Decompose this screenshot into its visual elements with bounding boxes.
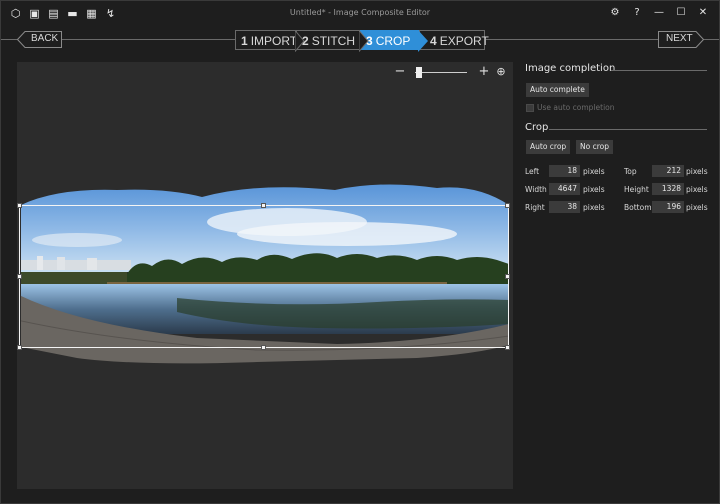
next-button[interactable]: NEXT [658, 31, 704, 48]
width-unit: pixels [583, 185, 605, 194]
zoom-slider-track[interactable] [415, 72, 467, 73]
tab-stitch[interactable]: 2 STITCH [296, 30, 369, 52]
image-completion-section: Image completion [525, 63, 707, 77]
step-chevron-icon [418, 30, 428, 52]
top-label: Top [624, 167, 637, 176]
width-label: Width [525, 185, 547, 194]
tab-export-number: 4 [430, 34, 437, 48]
width-field[interactable]: 4647 [549, 183, 580, 195]
tab-import[interactable]: 1 IMPORT [235, 30, 305, 52]
tab-stitch-label: STITCH [311, 34, 356, 48]
auto-complete-button[interactable]: Auto complete [526, 83, 589, 97]
tab-crop-label: CROP [375, 34, 411, 48]
tab-import-number: 1 [241, 34, 248, 48]
tab-export[interactable]: 4 EXPORT [419, 30, 489, 50]
title-bar: ⬡ ▣ ▤ ▬ ▦ ↯ Untitled* - Image Composite … [1, 1, 719, 27]
divider [486, 39, 658, 40]
auto-crop-button[interactable]: Auto crop [526, 140, 571, 154]
left-field[interactable]: 18 [549, 165, 580, 177]
step-navigation: BACK 1 IMPORT 2 STITCH 3 CROP 4 EXPORT N… [1, 29, 719, 52]
minimize-icon[interactable]: — [653, 6, 665, 20]
no-crop-button[interactable]: No crop [576, 140, 613, 154]
zoom-controls: − + ⊕ [393, 65, 511, 81]
crop-handle-top-right[interactable] [505, 203, 510, 208]
settings-panel: Image completion Auto complete Use auto … [525, 63, 708, 213]
preview-canvas[interactable] [17, 62, 513, 489]
back-button-label: BACK [31, 33, 59, 44]
bottom-label: Bottom [624, 203, 652, 212]
right-unit: pixels [583, 203, 605, 212]
app-window: ⬡ ▣ ▤ ▬ ▦ ↯ Untitled* - Image Composite … [0, 0, 720, 504]
crop-title: Crop [525, 122, 549, 133]
step-chevron-icon [295, 30, 305, 52]
tab-export-label: EXPORT [439, 34, 489, 48]
close-icon[interactable]: ✕ [697, 6, 709, 20]
top-unit: pixels [686, 167, 708, 176]
divider [611, 70, 707, 71]
bottom-unit: pixels [686, 203, 708, 212]
crop-handle-left[interactable] [17, 274, 22, 279]
window-controls: ⚙ ? — ☐ ✕ [609, 6, 709, 20]
top-field[interactable]: 212 [652, 165, 684, 177]
left-unit: pixels [583, 167, 605, 176]
zoom-in-icon[interactable]: + [477, 65, 491, 79]
fit-to-window-icon[interactable]: ⊕ [494, 65, 508, 79]
crop-handle-bottom-right[interactable] [505, 345, 510, 350]
divider [549, 129, 707, 130]
panorama-preview [19, 184, 509, 364]
crop-handle-right[interactable] [505, 274, 510, 279]
right-field[interactable]: 38 [549, 201, 580, 213]
left-label: Left [525, 167, 540, 176]
divider [62, 39, 235, 40]
crop-handle-top-left[interactable] [17, 203, 22, 208]
step-chevron-icon [359, 30, 369, 52]
help-icon[interactable]: ? [631, 6, 643, 20]
crop-handle-bottom[interactable] [261, 345, 266, 350]
maximize-icon[interactable]: ☐ [675, 6, 687, 20]
tab-import-label: IMPORT [250, 34, 298, 48]
crop-section: Crop [525, 122, 707, 136]
height-unit: pixels [686, 185, 708, 194]
zoom-slider-thumb[interactable] [416, 67, 422, 78]
use-auto-completion-label: Use auto completion [537, 103, 615, 112]
step-tabs: 1 IMPORT 2 STITCH 3 CROP 4 EXPORT [235, 30, 489, 52]
next-button-label: NEXT [666, 33, 693, 44]
image-completion-title: Image completion [525, 63, 616, 74]
height-field[interactable]: 1328 [652, 183, 684, 195]
use-auto-completion-checkbox[interactable] [526, 104, 534, 112]
zoom-out-icon[interactable]: − [393, 65, 407, 79]
height-label: Height [624, 185, 649, 194]
settings-icon[interactable]: ⚙ [609, 6, 621, 20]
right-label: Right [525, 203, 545, 212]
bottom-field[interactable]: 196 [652, 201, 684, 213]
divider [704, 39, 719, 40]
crop-handle-bottom-left[interactable] [17, 345, 22, 350]
crop-handle-top[interactable] [261, 203, 266, 208]
divider [1, 39, 17, 40]
back-button[interactable]: BACK [17, 31, 62, 48]
